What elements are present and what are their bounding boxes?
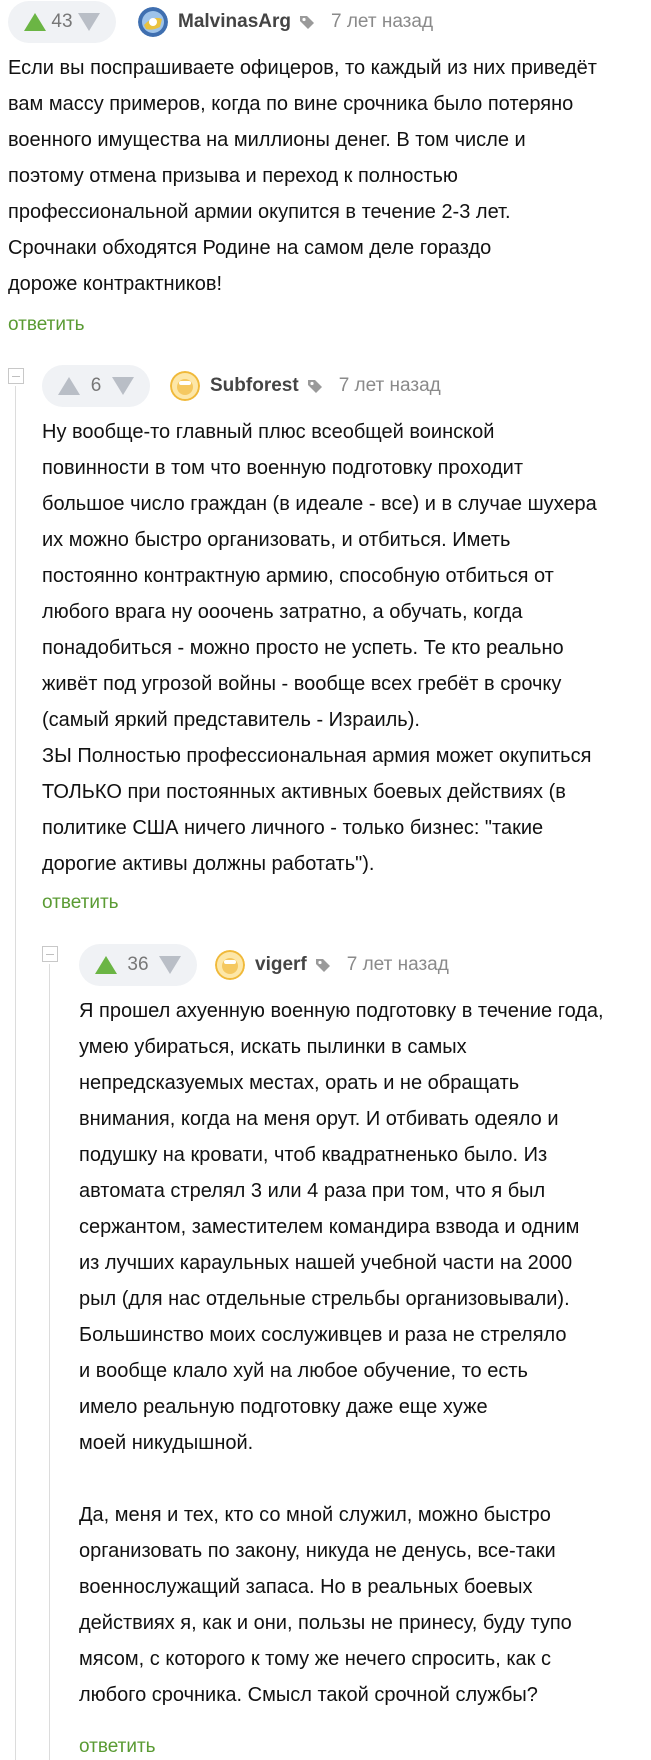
text-line: любого срочника. Смысл такой срочной слу… xyxy=(79,1684,538,1706)
tag-icon[interactable] xyxy=(307,378,323,394)
tag-icon[interactable] xyxy=(299,14,315,30)
text-line: действиях я, как и они, пользы не принес… xyxy=(79,1612,572,1634)
text-line: понадобиться - можно просто не успеть. Т… xyxy=(42,637,564,659)
comment-text: Я прошел ахуенную военную подготовку в т… xyxy=(79,993,649,1713)
triangle-up-icon xyxy=(24,13,46,31)
triangle-up-icon xyxy=(95,956,117,974)
text-line: любого врага ну ooочень затратно, а обуч… xyxy=(42,601,523,623)
text-line: постоянно контрактную армию, способную о… xyxy=(42,565,554,587)
comment-thread: 43 MalvinasArg 7 лет назад Если вы поспр… xyxy=(0,0,651,1760)
text-line: дороже контрактников! xyxy=(8,273,223,295)
text-line: подушку на кровати, чтоб квадратненько б… xyxy=(79,1144,548,1166)
text-line: Ну вообще-то главный плюс всеобщей воинс… xyxy=(42,421,495,443)
triangle-down-icon xyxy=(77,13,100,31)
triangle-down-icon xyxy=(111,377,134,395)
text-line: умею убираться, искать пылинки в самых xyxy=(79,1036,467,1058)
reply-link[interactable]: ответить xyxy=(79,1736,156,1758)
author-name[interactable]: Subforest xyxy=(210,375,299,397)
comment-header: 43 MalvinasArg 7 лет назад xyxy=(8,1,433,43)
downvote-button[interactable] xyxy=(111,377,134,395)
text-line: рыл (для нас отдельные стрельбы организо… xyxy=(79,1288,570,1310)
text-line: Большинство моих сослуживцев и раза не с… xyxy=(79,1324,567,1346)
avatar[interactable] xyxy=(170,371,200,401)
text-line: из лучших караульных нашей учебной части… xyxy=(79,1252,573,1274)
comment-text: Ну вообще-то главный плюс всеобщей воинс… xyxy=(42,414,648,882)
triangle-up-icon xyxy=(58,377,80,395)
text-line: вам массу примеров, когда по вине срочни… xyxy=(8,93,574,115)
thread-branch-line[interactable] xyxy=(49,964,50,1760)
rating-control: 6 xyxy=(42,365,150,407)
tag-icon[interactable] xyxy=(315,957,331,973)
triangle-down-icon xyxy=(158,956,181,974)
downvote-button[interactable] xyxy=(77,13,100,31)
rating-count: 36 xyxy=(127,954,149,975)
comment-text: Если вы поспрашиваете офицеров, то кажды… xyxy=(8,50,648,302)
text-line: Я прошел ахуенную военную подготовку в т… xyxy=(79,1000,604,1022)
text-line: живёт под угрозой войны - вообще всех гр… xyxy=(42,673,562,695)
text-line: их можно быстро организовать, и отбиться… xyxy=(42,529,511,551)
text-line: Если вы поспрашиваете офицеров, то кажды… xyxy=(8,57,597,79)
text-line: мясом, с которого к тому же нечего спрос… xyxy=(79,1648,551,1670)
rating-count: 43 xyxy=(51,11,73,32)
comment-header: 6 Subforest 7 лет назад xyxy=(42,365,441,407)
text-line: непредсказуемых местах, орать и не обращ… xyxy=(79,1072,520,1094)
downvote-button[interactable] xyxy=(158,956,181,974)
text-line: дорогие активы должны работать"). xyxy=(42,853,375,875)
comment-header: 36 vigerf 7 лет назад xyxy=(79,944,449,986)
text-line: и вообще клало хуй на любое обучение, то… xyxy=(79,1360,528,1382)
text-line: Да, меня и тех, кто со мной служил, можн… xyxy=(79,1504,551,1526)
text-line: сержантом, заместителем командира взвода… xyxy=(79,1216,580,1238)
upvote-button[interactable] xyxy=(95,956,117,974)
rating-count: 6 xyxy=(90,375,102,396)
text-line: военнослужащий запаса. Но в реальных бое… xyxy=(79,1576,533,1598)
collapse-minus-icon[interactable] xyxy=(8,368,24,384)
author-name[interactable]: MalvinasArg xyxy=(178,11,291,33)
text-line: ТОЛЬКО при постоянных активных боевых де… xyxy=(42,781,566,803)
text-line: профессиональной армии окупится в течени… xyxy=(8,201,511,223)
collapse-minus-icon[interactable] xyxy=(42,946,58,962)
comment-time[interactable]: 7 лет назад xyxy=(347,954,449,976)
text-line: имело реальную подготовку даже еще хуже xyxy=(79,1396,488,1418)
rating-control: 36 xyxy=(79,944,197,986)
text-line: (самый яркий представитель - Израиль). xyxy=(42,709,420,731)
text-line: военного имущества на миллионы денег. В … xyxy=(8,129,526,151)
reply-link[interactable]: ответить xyxy=(8,314,85,336)
rating-control: 43 xyxy=(8,1,116,43)
upvote-button[interactable] xyxy=(58,377,80,395)
comment-time[interactable]: 7 лет назад xyxy=(339,375,441,397)
upvote-button[interactable] xyxy=(24,13,46,31)
text-line: повинности в том что военную подготовку … xyxy=(42,457,523,479)
reply-link[interactable]: ответить xyxy=(42,892,119,914)
text-line: автомата стрелял 3 или 4 раза при том, ч… xyxy=(79,1180,546,1202)
avatar[interactable] xyxy=(215,950,245,980)
text-line: политике США ничего личного - только биз… xyxy=(42,817,544,839)
text-line: ЗЫ Полностью профессиональная армия може… xyxy=(42,745,592,767)
text-line: организовать по закону, никуда не денусь… xyxy=(79,1540,556,1562)
text-line: внимания, когда на меня орут. И отбивать… xyxy=(79,1108,559,1130)
text-line: Срочнаки обходятся Родине на самом деле … xyxy=(8,237,492,259)
author-name[interactable]: vigerf xyxy=(255,954,307,976)
text-line: моей никудышной. xyxy=(79,1432,254,1454)
thread-branch-line[interactable] xyxy=(15,386,16,1760)
comment-time[interactable]: 7 лет назад xyxy=(331,11,433,33)
avatar[interactable] xyxy=(138,7,168,37)
text-line: поэтому отмена призыва и переход к полно… xyxy=(8,165,458,187)
text-line: большое число граждан (в идеале - все) и… xyxy=(42,493,597,515)
text-line-blank xyxy=(79,1461,649,1497)
